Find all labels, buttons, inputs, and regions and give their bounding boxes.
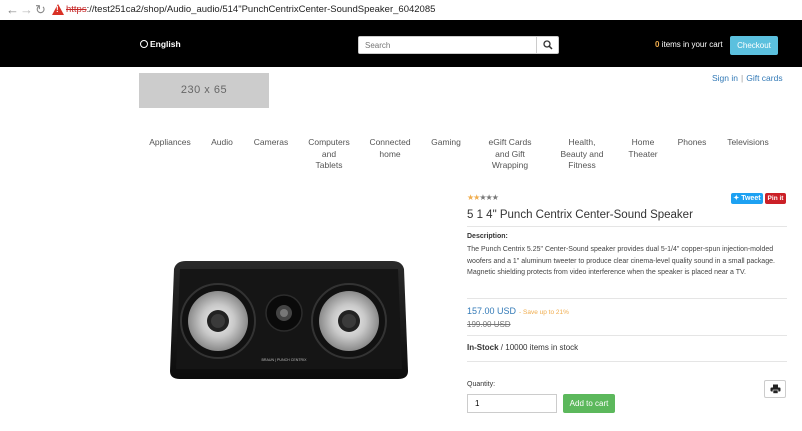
cart-summary[interactable]: 0 items in your cart [655,40,723,49]
tweet-button[interactable]: ✦ Tweet [731,193,763,204]
language-selector[interactable]: English [140,39,181,49]
pin-it-button[interactable]: Pin it [765,193,786,204]
gift-cards-link[interactable]: Gift cards [746,73,782,83]
divider [467,335,787,336]
cart-label: items in your cart [661,40,723,49]
category-home-theater[interactable]: Home Theater [622,137,664,160]
print-button[interactable] [764,380,786,398]
search-input[interactable] [359,37,537,53]
product-price: 157.00 USD - Save up to 21% [467,306,569,316]
category-audio[interactable]: Audio [206,137,238,149]
stock-detail: / 10000 items in stock [500,343,579,352]
stock-state: In-Stock [467,343,499,352]
rating-stars: ★★★★★ [467,193,499,203]
top-bar: English 0 items in your cart Checkout [0,20,802,67]
language-label: English [150,39,181,49]
category-health-beauty-fitness[interactable]: Health, Beauty and Fitness [557,137,607,172]
cart-count: 0 [655,40,660,49]
quantity-label: Quantity: [467,381,496,388]
star-empty-icon: ★ [491,193,499,202]
back-icon[interactable]: ← [6,2,19,18]
current-price: 157.00 USD [467,306,517,316]
checkout-button[interactable]: Checkout [730,36,778,55]
globe-icon [140,40,148,48]
search-button[interactable] [536,37,558,53]
savings-badge: - Save up to 21% [519,309,569,316]
add-to-cart-button[interactable]: Add to cart [563,394,615,413]
divider [467,361,787,362]
site-logo[interactable]: 230 x 65 [139,73,269,108]
description-heading: Description: [467,233,508,240]
reload-icon[interactable]: ↻ [35,2,46,18]
sign-in-link[interactable]: Sign in [712,73,738,83]
product-title: 5 1 4" Punch Centrix Center-Sound Speake… [467,209,693,221]
category-phones[interactable]: Phones [672,137,712,149]
url-scheme: https [66,4,87,15]
divider: | [741,73,744,83]
category-egift-cards[interactable]: eGift Cards and Gift Wrapping [481,137,539,172]
url-path: ://test251ca2/shop/Audio_audio/514"Punch… [86,4,436,15]
divider [467,298,787,299]
category-televisions[interactable]: Televisions [724,137,772,149]
search-icon [543,40,553,50]
original-price: 199.00 USD [467,320,511,329]
quantity-input[interactable] [467,394,557,413]
divider [467,226,787,227]
url-field[interactable]: https://test251ca2/shop/Audio_audio/514"… [66,3,435,16]
browser-address-bar: ← → ↻ ! https://test251ca2/shop/Audio_au… [0,0,802,21]
category-computers-tablets[interactable]: Computers and Tablets [303,137,355,172]
account-links: Sign in | Gift cards [712,73,783,83]
stock-status: In-Stock / 10000 items in stock [467,343,578,352]
product-image[interactable]: BRAUN | PUNCH CENTRIX [166,259,410,383]
print-icon [770,384,781,394]
category-connected-home[interactable]: Connected home [364,137,416,160]
speaker-brand-label: BRAUN | PUNCH CENTRIX [261,358,307,362]
forward-icon[interactable]: → [20,2,33,18]
search-box [358,36,559,54]
category-gaming[interactable]: Gaming [425,137,467,149]
product-description: The Punch Centrix 5.25" Center-Sound spe… [467,246,775,276]
category-cameras[interactable]: Cameras [249,137,293,149]
category-appliances[interactable]: Appliances [147,137,193,149]
